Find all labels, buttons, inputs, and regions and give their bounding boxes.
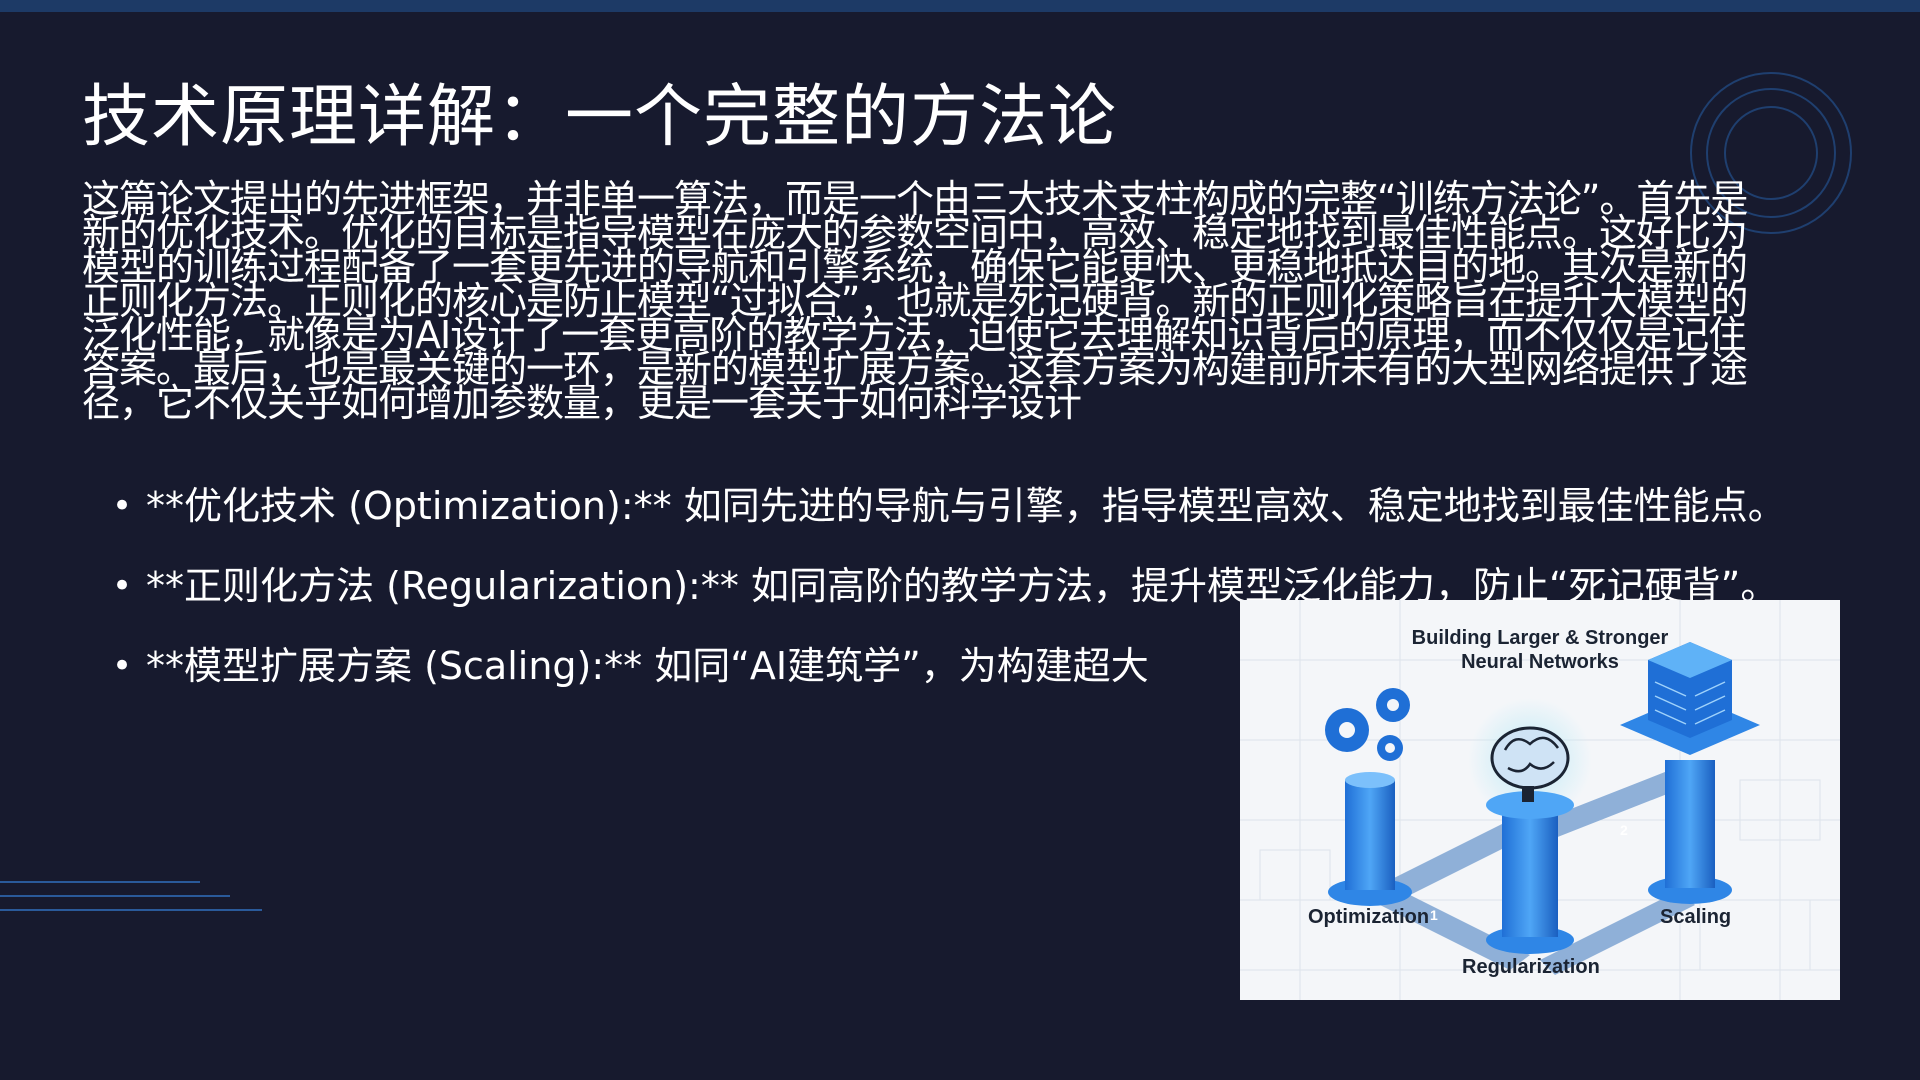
bullet-dot: • bbox=[112, 566, 133, 606]
optimization-pillar bbox=[1328, 772, 1412, 906]
bullet-text-optimization: **优化技术 (Optimization):** 如同先进的导航与引擎，指导模型… bbox=[146, 484, 1786, 528]
path-number-1: 1 bbox=[1430, 907, 1438, 923]
label-optimization: Optimization bbox=[1308, 906, 1430, 928]
path-number-2: 2 bbox=[1620, 822, 1628, 838]
bullet-text-scaling: **模型扩展方案 (Scaling):** 如同“AI建筑学”，为构建超大 bbox=[146, 644, 1149, 688]
bullet-dot: • bbox=[112, 486, 133, 526]
neural-network-illustration: Building Larger & Stronger Neural Networ… bbox=[1240, 600, 1840, 1000]
bullet-item-optimization: • **优化技术 (Optimization):** 如同先进的导航与引擎，指导… bbox=[112, 486, 1852, 566]
pillars-artwork bbox=[1325, 642, 1760, 975]
top-accent-bar bbox=[0, 0, 1920, 12]
label-scaling: Scaling bbox=[1660, 906, 1732, 928]
gears-icon bbox=[1325, 688, 1410, 761]
building-icon bbox=[1620, 642, 1760, 755]
label-regularization: Regularization bbox=[1462, 956, 1600, 978]
body-paragraph: 这篇论文提出的先进框架，并非单一算法，而是一个由三大技术支柱构成的完整“训练方法… bbox=[82, 177, 1748, 425]
bullet-dot: • bbox=[112, 646, 133, 686]
slide-title: 技术原理详解：一个完整的方法论 bbox=[82, 78, 1118, 157]
decorative-lines bbox=[0, 881, 262, 911]
